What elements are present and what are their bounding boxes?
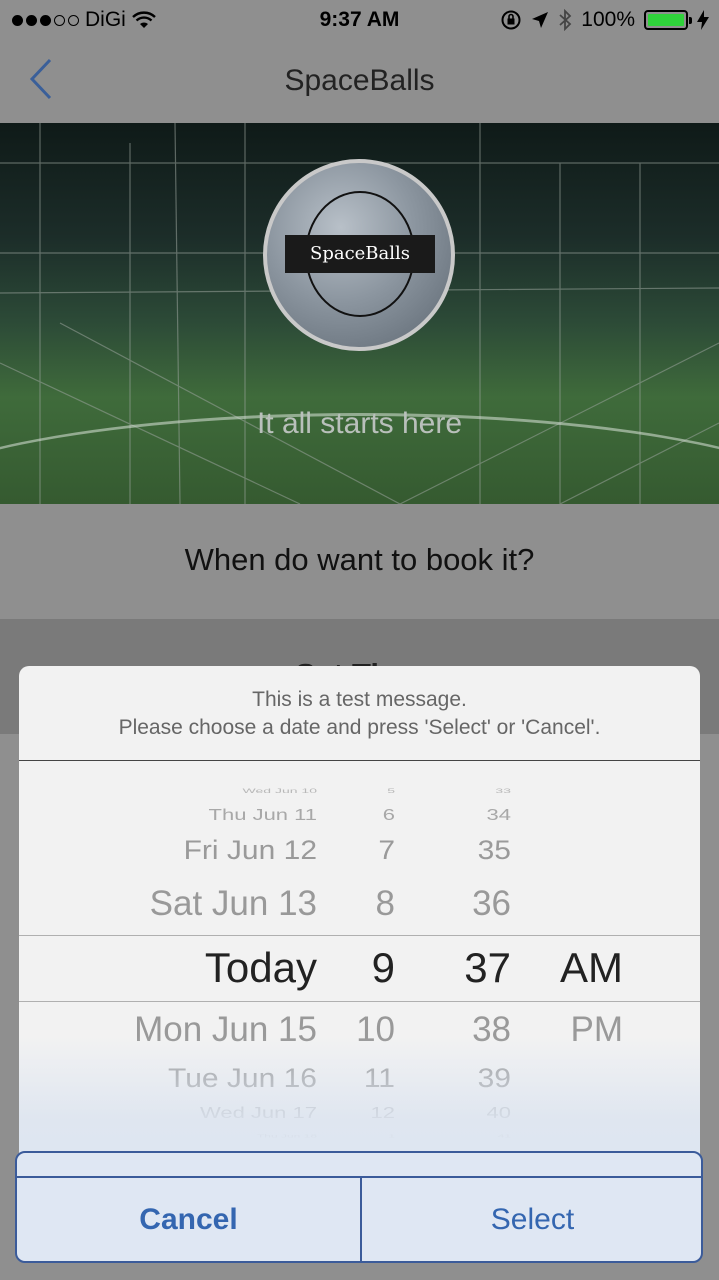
battery-icon	[644, 10, 692, 30]
picker-date: Thu Jun 11	[208, 805, 317, 824]
picker-minute: 33	[495, 787, 511, 795]
picker-date: Wed Jun 10	[242, 787, 317, 795]
location-arrow-icon	[532, 12, 549, 28]
alert-message: This is a test message. Please choose a …	[19, 686, 700, 742]
selection-band-top	[19, 935, 700, 936]
picker-row[interactable]: Fri Jun 12 7 35	[19, 835, 700, 866]
picker-minute: 34	[486, 805, 511, 824]
status-right: 100%	[500, 8, 709, 32]
picker-row[interactable]: Thu Jun 11 6 34	[19, 807, 700, 822]
booking-question-text: When do want to book it?	[184, 542, 535, 577]
picker-hour: 7	[378, 835, 395, 866]
status-bar: DiGi 9:37 AM 100%	[0, 0, 719, 40]
nav-title: SpaceBalls	[284, 64, 435, 97]
picker-ampm: AM	[560, 944, 623, 991]
rotation-lock-icon	[501, 10, 521, 30]
alert-buttons: Cancel Select	[15, 1151, 703, 1263]
selection-band-bottom	[19, 1001, 700, 1002]
picker-minute: 37	[464, 944, 511, 991]
picker-hour: 5	[387, 787, 395, 795]
venue-logo: SpaceBalls	[263, 159, 455, 351]
battery-percent: 100%	[581, 8, 635, 31]
select-button[interactable]: Select	[362, 1177, 701, 1261]
picker-row[interactable]: Sat Jun 13 8 36	[19, 886, 700, 921]
bluetooth-icon	[559, 9, 572, 31]
logo-banner-text: SpaceBalls	[285, 235, 435, 273]
charging-bolt-icon	[697, 10, 709, 30]
hero-banner: SpaceBalls It all starts here	[0, 123, 719, 504]
picker-hour: 9	[371, 944, 395, 991]
booking-question: When do want to book it?	[0, 504, 719, 619]
picker-row[interactable]: Wed Jun 10 5 33	[19, 788, 700, 794]
cancel-button[interactable]: Cancel	[17, 1177, 360, 1261]
hero-tagline: It all starts here	[256, 407, 463, 440]
navigation-bar: SpaceBalls	[0, 40, 719, 123]
alert-message-line2: Please choose a date and press 'Select' …	[118, 716, 601, 739]
picker-date: Sat Jun 13	[149, 883, 317, 923]
picker-minute: 36	[472, 883, 511, 923]
picker-hour: 6	[382, 805, 395, 824]
picker-date: Today	[204, 944, 317, 991]
picker-row-selected[interactable]: Today 9 37 AM	[19, 947, 700, 989]
picker-minute: 35	[477, 835, 511, 866]
alert-message-line1: This is a test message.	[252, 688, 467, 711]
picker-hour: 8	[375, 883, 395, 923]
picker-date: Fri Jun 12	[183, 835, 317, 866]
